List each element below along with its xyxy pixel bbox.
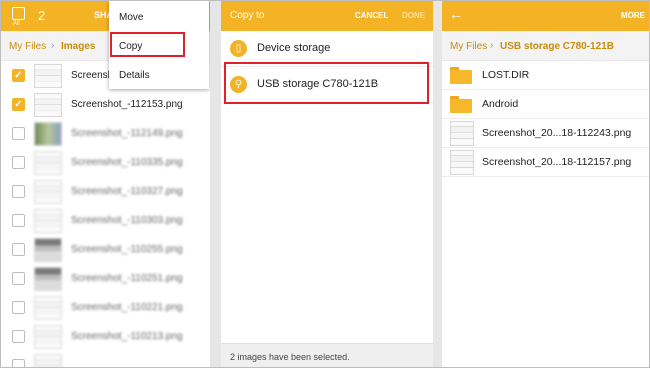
- image-thumbnail: [34, 122, 62, 146]
- image-thumbnail: [34, 267, 62, 291]
- folder-icon: [450, 67, 472, 84]
- copy-to-title: Copy to: [230, 10, 265, 21]
- image-thumbnail: [34, 325, 62, 349]
- select-all-checkbox[interactable]: [12, 7, 25, 20]
- file-row[interactable]: Screenshot_-110213.png: [1, 322, 210, 352]
- image-thumbnail: [34, 64, 62, 88]
- file-row[interactable]: Screenshot_-110251.png: [1, 264, 210, 294]
- file-row[interactable]: Screenshot_-110221.png: [1, 293, 210, 323]
- file-row[interactable]: Screenshot_-110327.png: [1, 177, 210, 207]
- checkbox[interactable]: [12, 330, 25, 343]
- file-name: Screensh: [71, 70, 114, 81]
- folder-name: Android: [482, 98, 519, 110]
- image-thumbnail: [450, 150, 474, 175]
- checkbox[interactable]: [12, 301, 25, 314]
- back-arrow-icon[interactable]: ←: [449, 6, 463, 22]
- selection-status-bar: 2 images have been selected.: [221, 343, 433, 367]
- file-name: Screenshot_20...18-112243.png: [482, 127, 632, 139]
- file-name: Screenshot_-110251.png: [71, 273, 183, 284]
- copy-to-toolbar: Copy to CANCEL DONE: [221, 1, 433, 31]
- select-all-label: All: [13, 21, 20, 27]
- folder-row[interactable]: Android: [442, 90, 649, 119]
- file-row[interactable]: Screenshot_-110255.png: [1, 235, 210, 265]
- file-name: Screenshot_-110221.png: [71, 302, 183, 313]
- file-row[interactable]: [1, 351, 210, 367]
- image-thumbnail: [450, 121, 474, 146]
- usb-storage-toolbar: ← MORE: [442, 1, 649, 31]
- checkbox-checked[interactable]: ✓: [12, 69, 25, 82]
- image-thumbnail: [34, 93, 62, 117]
- checkbox[interactable]: [12, 214, 25, 227]
- breadcrumb: My Files › USB storage C780-121B: [442, 31, 649, 61]
- folder-icon: [450, 96, 472, 113]
- file-row[interactable]: Screenshot_20...18-112243.png: [442, 119, 649, 148]
- chevron-right-icon: ›: [51, 40, 55, 51]
- cancel-button[interactable]: CANCEL: [355, 11, 388, 20]
- folder-name: LOST.DIR: [482, 69, 530, 81]
- breadcrumb-my-files[interactable]: My Files: [9, 41, 46, 52]
- storage-label: Device storage: [257, 42, 331, 54]
- image-thumbnail: [34, 354, 62, 367]
- panel-divider: [210, 1, 221, 367]
- usb-storage-panel: ← MORE My Files › USB storage C780-121B …: [442, 1, 649, 367]
- file-name: Screenshot_-110327.png: [71, 186, 183, 197]
- selected-count: 2: [38, 8, 46, 23]
- selection-status-text: 2 images have been selected.: [230, 352, 350, 362]
- file-row[interactable]: Screenshot_-110303.png: [1, 206, 210, 236]
- image-thumbnail: [34, 180, 62, 204]
- panel-divider: [433, 1, 442, 367]
- copy-to-panel: Copy to CANCEL DONE ▯ Device storage ⚲ U…: [221, 1, 433, 367]
- menu-item-details[interactable]: Details: [119, 70, 150, 81]
- file-name: Screenshot_-110335.png: [71, 157, 183, 168]
- usb-highlight-box: [224, 62, 429, 104]
- checkbox[interactable]: [12, 272, 25, 285]
- breadcrumb-my-files[interactable]: My Files: [450, 41, 487, 52]
- file-row[interactable]: ✓ Screenshot_-112153.png: [1, 90, 210, 120]
- file-name: Screenshot_-112149.png: [71, 128, 183, 139]
- file-row[interactable]: Screenshot_-112149.png: [1, 119, 210, 149]
- file-row[interactable]: Screenshot_20...18-112157.png: [442, 148, 649, 177]
- file-name: Screenshot_-110255.png: [71, 244, 183, 255]
- menu-item-move[interactable]: Move: [119, 12, 143, 23]
- more-button[interactable]: MORE: [621, 11, 645, 20]
- image-thumbnail: [34, 151, 62, 175]
- phone-icon: ▯: [230, 40, 247, 57]
- file-row[interactable]: Screenshot_-110335.png: [1, 148, 210, 178]
- checkbox-checked[interactable]: ✓: [12, 98, 25, 111]
- file-name: Screenshot_-112153.png: [71, 99, 183, 110]
- image-thumbnail: [34, 238, 62, 262]
- images-list-panel: All 2 SHA My Files › Images ✓ Screensh ✓…: [1, 1, 210, 367]
- folder-row[interactable]: LOST.DIR: [442, 61, 649, 90]
- chevron-right-icon: ›: [490, 40, 494, 51]
- checkbox[interactable]: [12, 127, 25, 140]
- checkbox[interactable]: [12, 156, 25, 169]
- breadcrumb-usb-storage[interactable]: USB storage C780-121B: [500, 41, 614, 52]
- checkbox[interactable]: [12, 243, 25, 256]
- file-name: Screenshot_-110213.png: [71, 331, 183, 342]
- file-name: Screenshot_-110303.png: [71, 215, 183, 226]
- checkbox[interactable]: [12, 185, 25, 198]
- image-thumbnail: [34, 296, 62, 320]
- checkbox[interactable]: [12, 359, 25, 367]
- done-button[interactable]: DONE: [402, 11, 425, 20]
- copy-highlight-box: [110, 32, 185, 57]
- image-thumbnail: [34, 209, 62, 233]
- breadcrumb-images[interactable]: Images: [61, 41, 95, 52]
- file-name: Screenshot_20...18-112157.png: [482, 156, 632, 168]
